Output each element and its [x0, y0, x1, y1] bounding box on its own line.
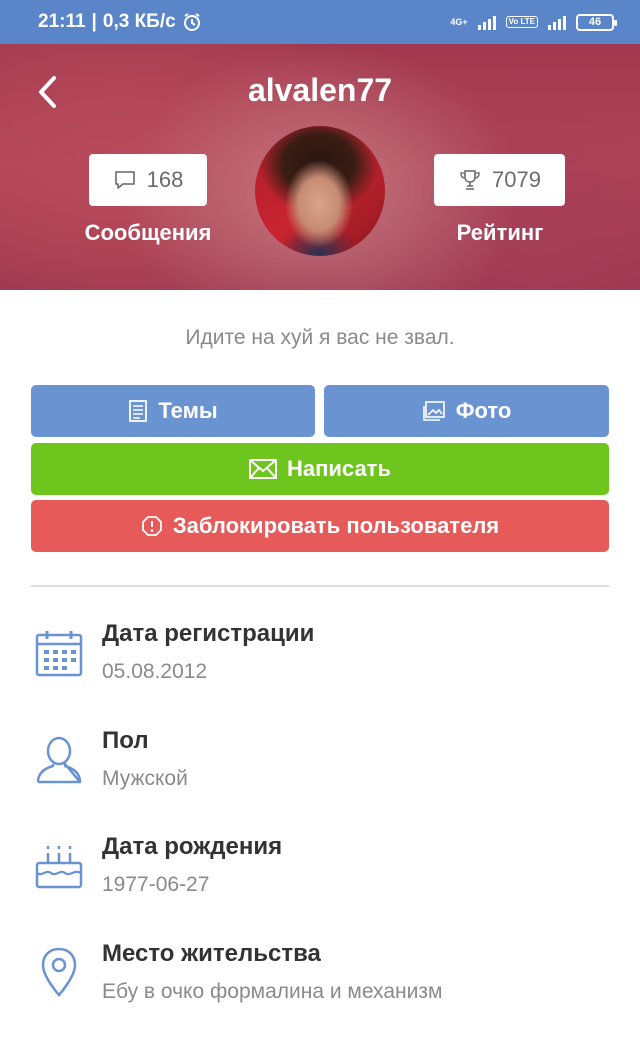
status-bar-right: 4G+ Vo LTE 46: [450, 13, 617, 31]
write-message-button[interactable]: Написать: [31, 443, 609, 495]
info-value: Ебу в очко формалина и механизм: [102, 980, 443, 1003]
messages-label: Сообщения: [84, 220, 212, 245]
avatar: [255, 126, 385, 256]
info-value: 05.08.2012: [102, 660, 208, 683]
birthday-cake-icon: [30, 837, 88, 895]
status-time: 21:11: [38, 11, 86, 32]
trophy-icon: [460, 170, 480, 190]
block-warning-icon: [141, 516, 162, 536]
profile-header: alvalen77 168 Сообщения 7079 Рейтинг: [0, 44, 640, 290]
status-separator: |: [91, 11, 97, 32]
comment-icon: [114, 171, 135, 189]
profile-username: alvalen77: [247, 72, 393, 108]
location-pin-icon: [30, 944, 88, 1002]
network-type-label: 4G+: [450, 16, 468, 27]
rating-value: 7079: [492, 167, 541, 192]
battery-level: 46: [588, 16, 602, 28]
topics-button[interactable]: Темы: [31, 385, 315, 437]
person-icon: [30, 731, 88, 789]
messages-count-box[interactable]: 168: [89, 154, 207, 206]
info-value: Мужской: [102, 767, 188, 790]
photo-icon: [422, 401, 445, 421]
signal-icon-2: [548, 14, 566, 30]
status-bar: 21:11 | 0,3 КБ/с 4G+ Vo LTE 46: [0, 0, 640, 44]
info-title: Место жительства: [102, 940, 321, 967]
messages-count: 168: [146, 167, 184, 192]
rating-label: Рейтинг: [456, 220, 544, 245]
info-title: Пол: [102, 727, 149, 754]
write-label: Написать: [287, 456, 391, 481]
calendar-icon: [30, 624, 88, 682]
info-title: Дата регистрации: [102, 620, 315, 647]
photo-label: Фото: [455, 398, 512, 423]
envelope-icon: [249, 459, 277, 479]
profile-status-text: Идите на хуй я вас не звал.: [185, 326, 455, 349]
info-row-birth-date: Дата рождения 1977-06-27: [0, 833, 640, 933]
status-network-speed: 0,3 КБ/с: [102, 11, 176, 32]
photo-button[interactable]: Фото: [324, 385, 609, 437]
info-row-registration-date: Дата регистрации 05.08.2012: [0, 620, 640, 720]
volte-badge: Vo LTE: [505, 16, 538, 28]
document-list-icon: [129, 400, 148, 422]
battery-icon: 46: [576, 13, 617, 31]
info-row-gender: Пол Мужской: [0, 727, 640, 827]
block-label: Заблокировать пользователя: [172, 513, 500, 538]
topics-label: Темы: [158, 398, 218, 423]
section-divider: [31, 585, 609, 587]
status-bar-left: 21:11 | 0,3 КБ/с: [38, 11, 202, 33]
info-value: 1977-06-27: [102, 873, 210, 896]
block-user-button[interactable]: Заблокировать пользователя: [31, 500, 609, 552]
info-title: Дата рождения: [102, 833, 283, 860]
signal-icon: [477, 14, 496, 30]
alarm-icon: [183, 13, 200, 31]
rating-box[interactable]: 7079: [434, 154, 565, 206]
info-row-location: Место жительства Ебу в очко формалина и …: [0, 940, 640, 1040]
